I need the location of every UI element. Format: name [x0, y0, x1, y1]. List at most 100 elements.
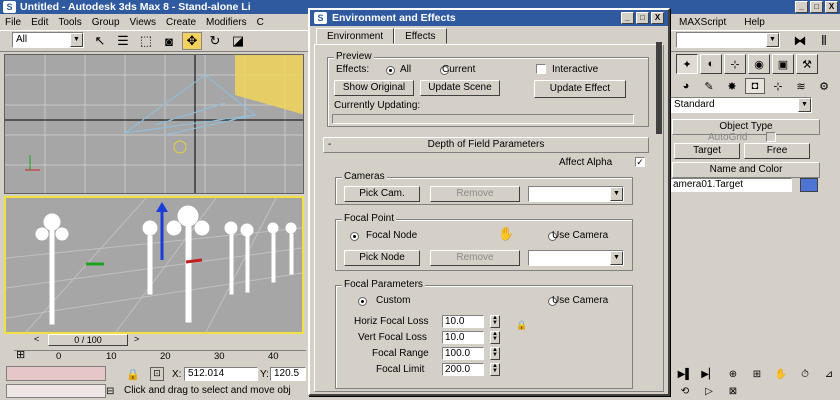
menu-tools[interactable]: Tools — [53, 17, 86, 28]
maxscript-listener-mini[interactable] — [6, 366, 106, 381]
track-ruler[interactable]: 0 10 20 30 40 — [14, 350, 306, 364]
close-button[interactable]: X — [825, 1, 838, 13]
fov-icon[interactable]: ▷ — [700, 385, 718, 399]
focal-limit-field[interactable]: 200.0 — [442, 363, 484, 376]
preview-group: Preview Effects: All Current Interactive… — [327, 51, 649, 127]
vert-spinner-icon[interactable]: ▲ ▼ — [490, 331, 500, 344]
viewport-perspective[interactable] — [4, 196, 304, 334]
dialog-scrollbar-thumb[interactable] — [656, 42, 662, 134]
node-list-dropdown[interactable]: ▼ — [528, 250, 624, 266]
zoom-icon[interactable]: ⊕ — [724, 368, 742, 382]
utilities-tab-icon[interactable]: ⚒ — [796, 54, 818, 74]
x-coord-field[interactable]: 512.014 — [184, 367, 258, 381]
update-effect-button[interactable]: Update Effect — [534, 80, 626, 98]
category-dropdown[interactable]: Standard ▼ — [670, 97, 812, 113]
window-crossing-icon[interactable]: ◙ — [159, 32, 179, 50]
helpers-icon[interactable]: ⊹ — [768, 78, 788, 94]
minimize-button[interactable]: _ — [795, 1, 808, 13]
y-coord-field[interactable]: 120.5 — [270, 367, 306, 381]
display-tab-icon[interactable]: ▣ — [772, 54, 794, 74]
menu-edit[interactable]: Edit — [26, 17, 53, 28]
play-icon[interactable]: ▶▌ — [676, 368, 694, 382]
menu-file[interactable]: File — [0, 17, 26, 28]
modify-tab-icon[interactable]: ◐ — [700, 54, 722, 74]
autogrid-checkbox[interactable] — [766, 132, 776, 142]
align-icon[interactable]: ⫴ — [814, 32, 834, 50]
effects-all-radio[interactable] — [386, 65, 395, 75]
spacewarps-icon[interactable]: ≋ — [791, 78, 811, 94]
hierarchy-tab-icon[interactable]: ⊹ — [724, 54, 746, 74]
lock-selection-icon[interactable]: 🔒 — [126, 368, 140, 381]
horiz-spinner-icon[interactable]: ▲ ▼ — [490, 315, 500, 328]
named-selection-dropdown[interactable]: ▼ — [676, 32, 780, 48]
select-object-icon[interactable]: ↖ — [90, 32, 110, 50]
camera-list-dropdown[interactable]: ▼ — [528, 186, 624, 202]
update-scene-button[interactable]: Update Scene — [420, 80, 500, 96]
menu-views[interactable]: Views — [125, 17, 162, 28]
geometry-icon[interactable]: ◕ — [676, 78, 696, 94]
time-next-icon[interactable]: > — [134, 334, 139, 344]
time-slider-thumb[interactable]: 0 / 100 — [48, 334, 128, 346]
rotate-icon[interactable]: ↻ — [205, 32, 225, 50]
menu-help[interactable]: Help — [739, 17, 770, 28]
interactive-checkbox[interactable] — [536, 64, 546, 74]
create-tab-icon[interactable]: ✦ — [676, 54, 698, 74]
maxscript-listener-output[interactable] — [6, 384, 106, 398]
focal-node-radio[interactable] — [350, 231, 359, 241]
menu-modifiers[interactable]: Modifiers — [201, 17, 252, 28]
lights-icon[interactable]: ✸ — [722, 78, 742, 94]
move-icon[interactable]: ✥ — [182, 32, 202, 50]
selection-lock-icon[interactable]: ⊟ — [106, 386, 114, 397]
limit-spinner-icon[interactable]: ▲ ▼ — [490, 363, 500, 376]
custom-radio[interactable] — [358, 296, 367, 306]
remove-node-button[interactable]: Remove — [430, 250, 520, 266]
name-color-rollout-header[interactable]: Name and Color — [672, 162, 820, 178]
show-original-button[interactable]: Show Original — [334, 80, 414, 96]
maximize-button[interactable]: □ — [810, 1, 823, 13]
focal-range-field[interactable]: 100.0 — [442, 347, 484, 360]
pan-icon[interactable]: ✋ — [772, 368, 790, 382]
object-color-swatch[interactable] — [800, 178, 818, 192]
mirror-icon[interactable]: ⧓ — [790, 32, 810, 50]
time-slider[interactable]: 0 / 100 < > — [4, 334, 304, 348]
free-camera-button[interactable]: Free — [744, 143, 810, 159]
lock-icon[interactable]: 🔒 — [516, 320, 527, 331]
maximize-viewport-icon[interactable]: ⊠ — [724, 385, 742, 399]
orbit-icon[interactable]: ⟲ — [676, 385, 694, 399]
viewport-top[interactable] — [4, 54, 304, 194]
horiz-focal-loss-field[interactable]: 10.0 — [442, 315, 484, 328]
time-prev-icon[interactable]: < — [34, 334, 39, 344]
shapes-icon[interactable]: ✎ — [699, 78, 719, 94]
pick-cam-button[interactable]: Pick Cam. — [344, 186, 420, 202]
cameras-icon[interactable]: ◘ — [745, 78, 765, 94]
dialog-maximize-button[interactable]: □ — [636, 12, 649, 24]
dialog-close-button[interactable]: X — [651, 12, 664, 24]
dolly-icon[interactable]: ⊿ — [820, 368, 838, 382]
menu-create[interactable]: Create — [161, 17, 201, 28]
menu-maxscript[interactable]: MAXScript — [674, 17, 731, 28]
target-camera-button[interactable]: Target — [674, 143, 740, 159]
absolute-mode-icon[interactable]: ⊡ — [150, 367, 164, 381]
object-name-field[interactable]: amera01.Target — [670, 178, 792, 192]
affect-alpha-checkbox[interactable]: ✓ — [635, 157, 645, 167]
remove-camera-button[interactable]: Remove — [430, 186, 520, 202]
scale-icon[interactable]: ◪ — [228, 32, 248, 50]
dof-rollout-header[interactable]: - Depth of Field Parameters — [323, 137, 649, 153]
pick-node-button[interactable]: Pick Node — [344, 250, 420, 266]
tab-environment[interactable]: Environment — [316, 28, 395, 44]
selection-filter-dropdown[interactable]: All ▼ — [12, 32, 84, 48]
vert-focal-loss-field[interactable]: 10.0 — [442, 331, 484, 344]
motion-tab-icon[interactable]: ◉ — [748, 54, 770, 74]
range-spinner-icon[interactable]: ▲ ▼ — [490, 347, 500, 360]
time-config-icon[interactable]: ⏱ — [796, 368, 814, 382]
zoom-all-icon[interactable]: ⊞ — [748, 368, 766, 382]
tab-effects[interactable]: Effects — [394, 28, 447, 44]
menu-group[interactable]: Group — [87, 17, 125, 28]
menu-character[interactable]: C — [252, 17, 269, 28]
update-scene-label: Update Scene — [428, 82, 492, 93]
dialog-minimize-button[interactable]: _ — [621, 12, 634, 24]
go-to-end-icon[interactable]: ▶▏ — [700, 368, 718, 382]
rect-selection-icon[interactable]: ⬚ — [136, 32, 156, 50]
select-by-name-icon[interactable]: ☰ — [113, 32, 133, 50]
systems-icon[interactable]: ⚙ — [814, 78, 834, 94]
